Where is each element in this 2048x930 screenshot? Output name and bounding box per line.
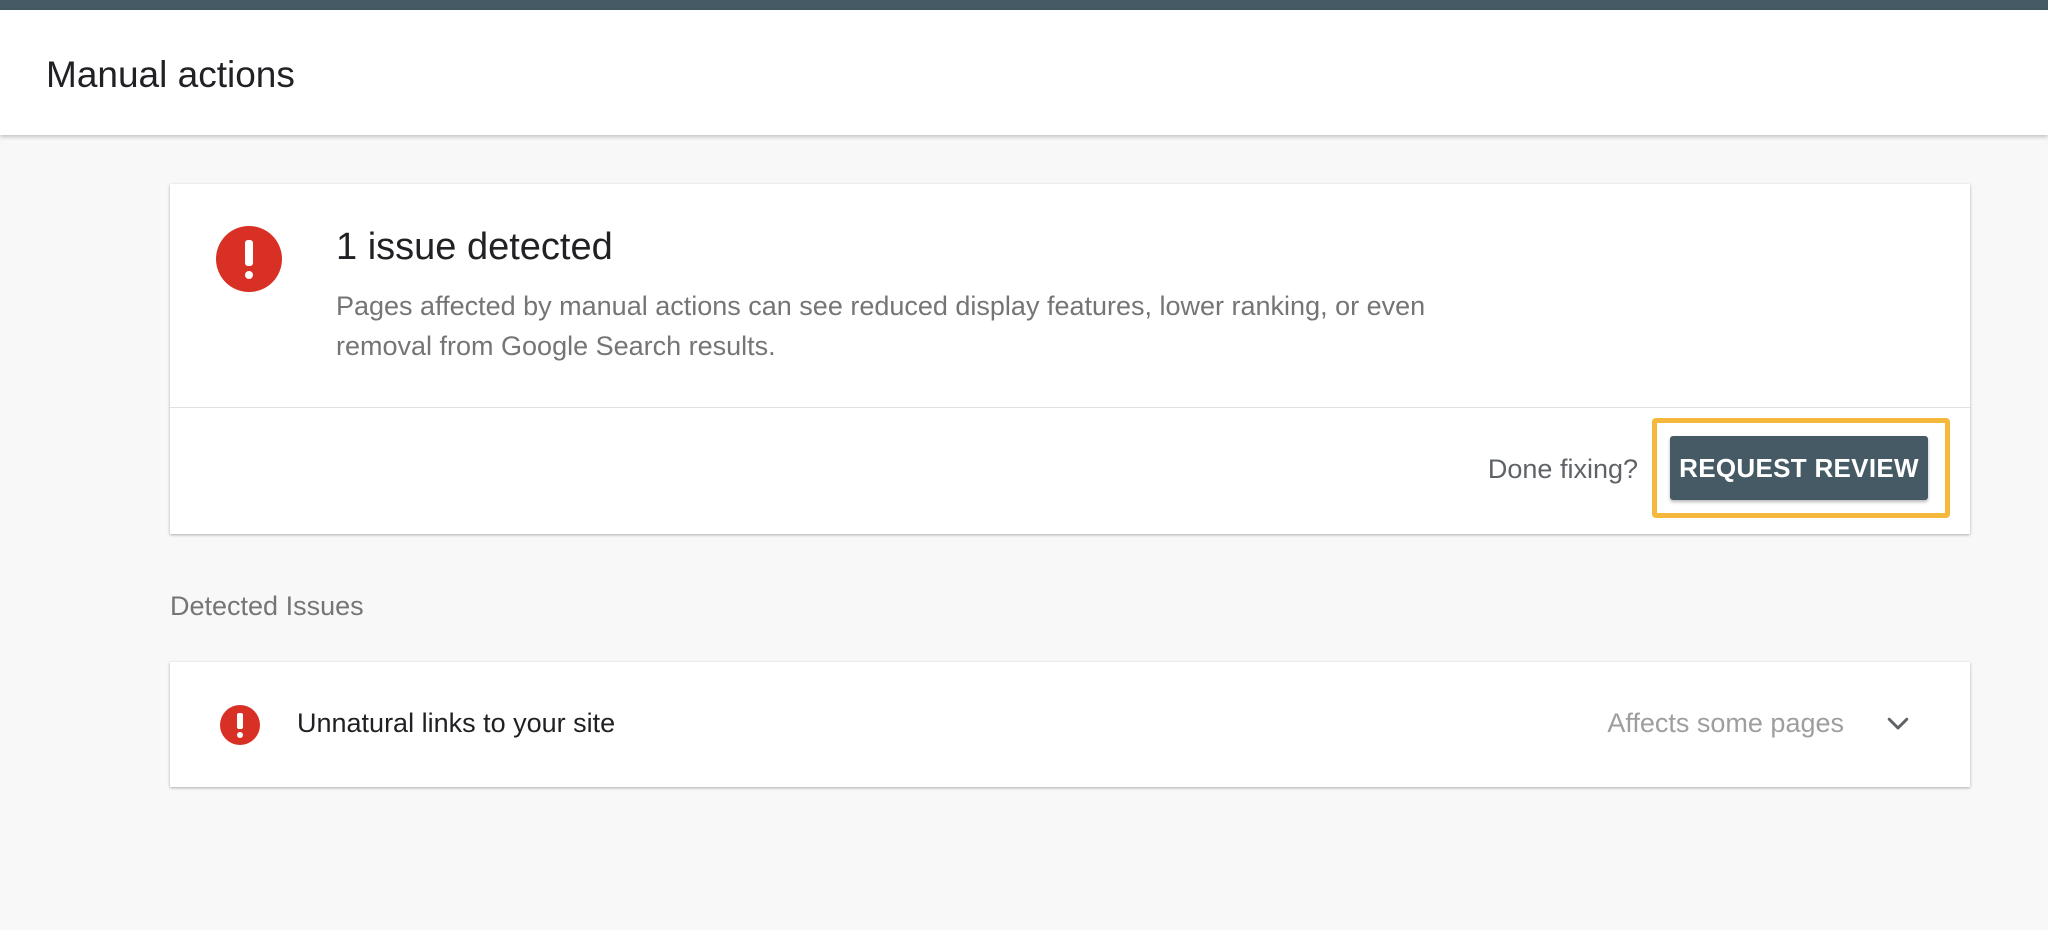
top-accent-bar [0,0,2048,10]
request-review-button[interactable]: REQUEST REVIEW [1670,436,1928,500]
issues-summary-card: 1 issue detected Pages affected by manua… [170,184,1970,534]
issue-row-unnatural-links[interactable]: Unnatural links to your site Affects som… [170,662,1970,787]
error-icon [216,226,282,292]
detected-issues-card: Unnatural links to your site Affects som… [170,662,1970,787]
detected-issues-label: Detected Issues [170,591,364,622]
issue-name: Unnatural links to your site [297,708,615,739]
summary-heading: 1 issue detected [336,226,613,269]
done-fixing-label: Done fixing? [1488,454,1638,485]
summary-description: Pages affected by manual actions can see… [336,286,1486,366]
error-icon [220,705,260,745]
summary-info: 1 issue detected Pages affected by manua… [170,184,1970,407]
page-header: Manual actions [0,10,2048,135]
issue-scope: Affects some pages [1607,708,1844,739]
page-title: Manual actions [46,54,295,96]
summary-actions: Done fixing? REQUEST REVIEW [170,408,1970,534]
chevron-down-icon[interactable] [1883,708,1913,738]
